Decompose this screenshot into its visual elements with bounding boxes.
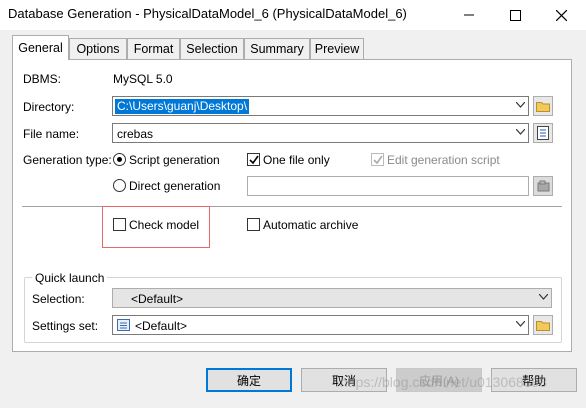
chevron-down-icon — [516, 102, 525, 108]
dbms-label: DBMS: — [23, 72, 62, 86]
generation-type-label: Generation type: — [23, 153, 112, 167]
data-source-field[interactable] — [247, 176, 529, 196]
directory-combo[interactable]: C:\Users\guanj\Desktop\ — [112, 96, 529, 116]
settings-set-combo[interactable]: <Default> — [112, 315, 529, 335]
tab-options[interactable]: Options — [69, 38, 127, 59]
one-file-only-label: One file only — [263, 153, 330, 167]
edit-generation-script-checkbox[interactable] — [371, 153, 384, 166]
filename-input[interactable]: crebas — [117, 127, 153, 141]
connect-button[interactable] — [533, 176, 553, 196]
window-title: Database Generation - PhysicalDataModel_… — [8, 6, 407, 21]
selection-label: Selection: — [32, 292, 85, 306]
tab-preview[interactable]: Preview — [310, 38, 364, 59]
chevron-down-icon — [516, 129, 525, 135]
document-icon — [537, 126, 549, 140]
selection-combo[interactable]: <Default> — [112, 288, 552, 308]
folder-icon — [536, 321, 550, 331]
directory-input[interactable]: C:\Users\guanj\Desktop\ — [115, 99, 250, 114]
minimize-icon — [464, 14, 474, 16]
close-button[interactable] — [538, 0, 584, 30]
watermark: https://blog.csdn.net/u013068898 — [340, 374, 548, 390]
direct-generation-label: Direct generation — [129, 179, 221, 193]
direct-generation-radio[interactable] — [113, 179, 126, 192]
filename-combo[interactable]: crebas — [112, 123, 529, 143]
chevron-down-icon — [539, 294, 548, 300]
script-generation-radio[interactable] — [113, 153, 126, 166]
folder-icon — [536, 102, 550, 112]
checkmark-icon — [373, 155, 383, 165]
tab-general[interactable]: General — [12, 35, 69, 60]
edit-generation-script-label: Edit generation script — [387, 153, 500, 167]
directory-label: Directory: — [23, 100, 75, 114]
quick-launch-label: Quick launch — [32, 271, 108, 285]
check-model-checkbox[interactable] — [113, 218, 126, 231]
tab-summary[interactable]: Summary — [244, 38, 310, 59]
minimize-button[interactable] — [446, 0, 492, 30]
open-file-button[interactable] — [533, 123, 553, 143]
database-connect-icon — [537, 180, 549, 192]
automatic-archive-checkbox[interactable] — [247, 218, 260, 231]
check-model-label: Check model — [129, 218, 200, 232]
settings-set-label: Settings set: — [32, 319, 99, 333]
maximize-icon — [509, 9, 521, 21]
settings-set-value: <Default> — [135, 319, 188, 333]
chevron-down-icon — [516, 321, 525, 327]
browse-directory-button[interactable] — [533, 96, 553, 116]
automatic-archive-label: Automatic archive — [263, 218, 359, 232]
script-generation-label: Script generation — [129, 153, 220, 167]
ok-button[interactable]: 确定 — [206, 368, 292, 392]
tab-selection[interactable]: Selection — [180, 38, 244, 59]
maximize-button[interactable] — [492, 0, 538, 30]
settings-list-icon — [117, 319, 130, 331]
tab-format[interactable]: Format — [127, 38, 180, 59]
one-file-only-checkbox[interactable] — [247, 153, 260, 166]
filename-label: File name: — [23, 127, 80, 141]
browse-settings-button[interactable] — [533, 315, 553, 335]
checkmark-icon — [249, 155, 259, 165]
close-icon — [555, 9, 567, 21]
selection-value: <Default> — [131, 292, 184, 306]
dbms-value: MySQL 5.0 — [113, 72, 173, 86]
